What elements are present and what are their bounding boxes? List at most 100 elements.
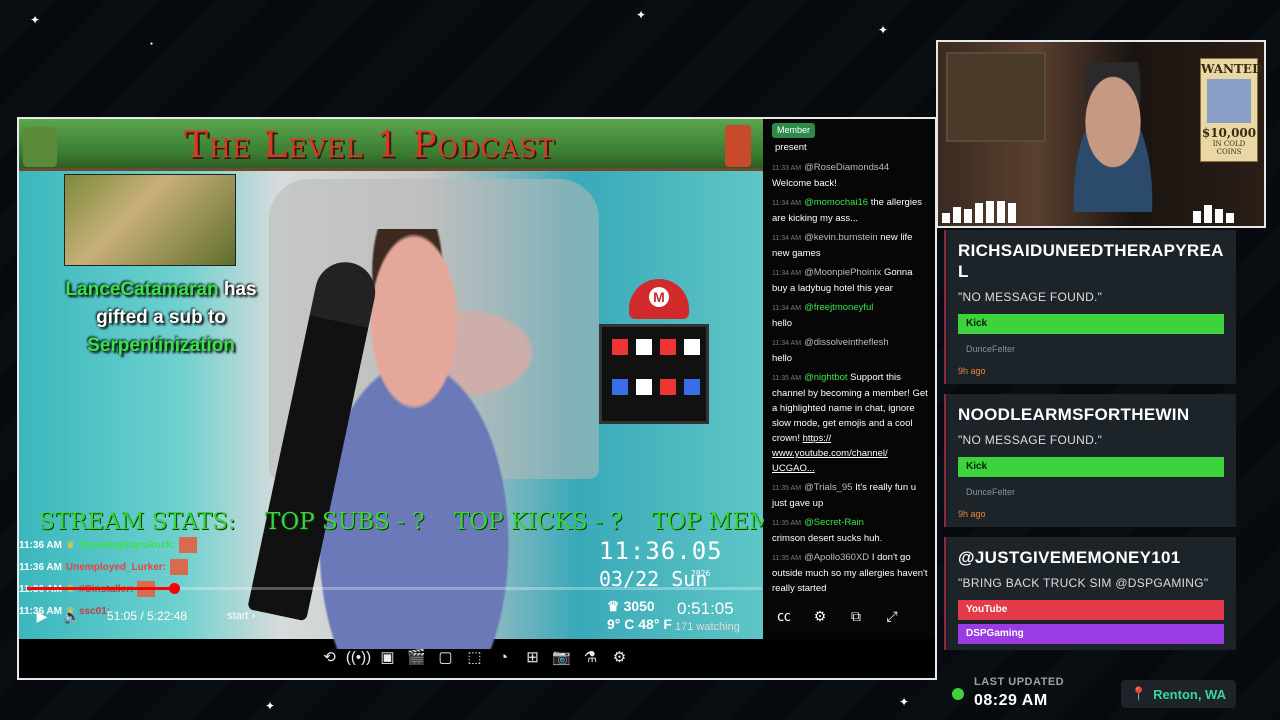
card-message: "NO MESSAGE FOUND.": [958, 290, 1103, 304]
card-channel: DunceFelter: [966, 487, 1016, 497]
platform-badge: Kick: [958, 457, 1224, 477]
event-row: 11:36 AM ♛ ShootingStarsRock:: [19, 534, 319, 556]
chat-user[interactable]: @Secret-Rain: [804, 517, 864, 528]
wanted-title: WANTED: [1201, 62, 1263, 76]
star-decoration: ●: [150, 41, 154, 47]
live-chat[interactable]: Member present 11:33 AM @RoseDiamonds44 We…: [764, 119, 935, 639]
chat-timestamp: 11:33 AM: [772, 165, 802, 172]
location-badge: 📍 Renton, WA: [1120, 680, 1236, 708]
seek-handle[interactable]: [169, 583, 180, 594]
activity-feed: RICHSAIDUNEEDTHERAPYREAL "NO MESSAGE FOU…: [944, 230, 1236, 660]
loop-icon[interactable]: ⟲: [317, 645, 342, 669]
last-updated-label: LAST UPDATED: [974, 676, 1065, 688]
card-message: "NO MESSAGE FOUND.": [958, 433, 1103, 447]
add-icon[interactable]: ⊞: [520, 645, 545, 669]
chat-timestamp: 11:34 AM: [772, 305, 802, 312]
extension-toolbar: ⟲ ((•)) ▣ 🎬 ▢ ⬚ ◔ ⊞ 📷 ⚗ ⚙: [317, 645, 632, 669]
wanted-poster: WANTED $10,000 IN COLD COINS: [1200, 58, 1263, 162]
chat-timestamp: 11:34 AM: [772, 270, 802, 277]
cartoon-avatar: [1058, 62, 1168, 212]
location-text: Renton, WA: [1153, 686, 1226, 702]
event-time: 11:36 AM: [19, 561, 62, 573]
volume-icon[interactable]: 🔈: [57, 603, 87, 629]
star-decoration: ✦: [878, 23, 889, 37]
last-updated-time: 08:29 AM: [974, 692, 1048, 709]
chat-user[interactable]: @freejtmoneyful: [804, 302, 873, 313]
chat-message: 11:35 AM @nightbot Support this channel b…: [772, 370, 929, 476]
flask-icon[interactable]: ⚗: [578, 645, 603, 669]
stream-clock: 11:36.05 2026 03/22 Sun: [599, 537, 723, 591]
watching-count: 171 watching: [675, 621, 740, 633]
cinema-icon[interactable]: ▣: [375, 645, 400, 669]
chat-message: 11:33 AM @RoseDiamonds44 Welcome back!: [772, 160, 929, 191]
chat-user[interactable]: @kevin.burnstein: [804, 232, 878, 243]
chat-message: 11:34 AM @dissolveintheflesh hello: [772, 335, 929, 366]
clock-time: 11:36.05: [599, 537, 723, 565]
chat-timestamp: 11:35 AM: [772, 555, 802, 562]
webcam-overlay: WANTED $10,000 IN COLD COINS: [936, 40, 1266, 228]
activity-card: RICHSAIDUNEEDTHERAPYREAL "NO MESSAGE FOU…: [944, 230, 1236, 384]
video-frame[interactable]: M The Level 1 Podcast LanceCatamaran has…: [19, 119, 849, 649]
event-user: Unemployed_Lurker:: [65, 561, 167, 573]
audio-visualizer-left: [942, 201, 1016, 223]
chat-user[interactable]: @Trials_95: [804, 482, 852, 493]
chat-user[interactable]: @MoonpiePhoinix: [804, 267, 881, 278]
star-decoration: ✦: [30, 13, 41, 27]
chat-timestamp: 11:35 AM: [772, 520, 802, 527]
seek-bar[interactable]: [27, 583, 762, 594]
chat-user[interactable]: @momochai16: [804, 197, 868, 208]
card-title: @JUSTGIVEMEMONEY101: [958, 548, 1181, 567]
clapperboard-icon[interactable]: 🎬: [404, 645, 429, 669]
chat-message: present: [772, 140, 929, 156]
chat-message: 11:35 AM @Secret-Rain crimson desert sucks…: [772, 515, 929, 546]
speed-icon[interactable]: ◔: [491, 645, 516, 669]
stats-label: STREAM STATS:: [39, 509, 236, 535]
avatar: [170, 559, 189, 575]
activity-card: @JUSTGIVEMEMONEY101 "BRING BACK TRUCK SI…: [944, 537, 1236, 650]
top-kicks: TOP KICKS - ?: [453, 509, 623, 535]
card-time-ago: 9h ago: [958, 509, 986, 519]
live-timecode: 0:51:05: [677, 599, 734, 618]
chat-user[interactable]: @Apollo360XD: [804, 552, 869, 563]
event-row: 11:36 AM Unemployed_Lurker:: [19, 556, 319, 578]
video-player[interactable]: M The Level 1 Podcast LanceCatamaran has…: [17, 117, 937, 680]
chat-user[interactable]: @RoseDiamonds44: [804, 162, 889, 173]
fullscreen-icon[interactable]: ⤢: [879, 603, 905, 629]
chat-text: hello: [772, 318, 793, 329]
miniplayer-icon[interactable]: ⧉: [843, 603, 869, 629]
card-channel: DunceFelter: [966, 344, 1016, 354]
chapter-button[interactable]: start ›: [227, 610, 255, 622]
audio-icon[interactable]: ((•)): [346, 645, 371, 669]
seek-bar-fill: [27, 587, 174, 590]
chat-message: 11:34 AM @kevin.burnstein new life new ga…: [772, 230, 929, 261]
chat-timestamp: 11:34 AM: [772, 235, 802, 242]
avatar: [179, 537, 198, 553]
gift-recipient: Serpentinization: [87, 335, 235, 356]
gifter-name: LanceCatamaran: [65, 279, 219, 300]
screenshot-icon[interactable]: 📷: [549, 645, 574, 669]
theater-mode-icon[interactable]: ▢: [433, 645, 458, 669]
card-message: "BRING BACK TRUCK SIM @DSPGAMING": [958, 576, 1209, 590]
gear-icon[interactable]: ⚙: [607, 645, 632, 669]
gift-sub-alert: LanceCatamaran has gifted a sub to Serpe…: [41, 276, 281, 360]
chat-message: 11:34 AM @freejtmoneyful hello: [772, 300, 929, 331]
crop-icon[interactable]: ⬚: [462, 645, 487, 669]
event-time: 11:36 AM: [19, 539, 62, 551]
chat-user[interactable]: @dissolveintheflesh: [804, 337, 889, 348]
chat-timestamp: 11:35 AM: [772, 485, 802, 492]
gift-text-2: gifted a sub to: [96, 307, 226, 328]
chat-message: 11:34 AM @MoonpiePhoinix Gonna buy a lady…: [772, 265, 929, 296]
card-title: RICHSAIDUNEEDTHERAPYREAL: [958, 241, 1224, 281]
chat-timestamp: 11:34 AM: [772, 200, 802, 207]
chat-user[interactable]: @nightbot: [804, 372, 847, 383]
star-decoration: ✦: [899, 695, 910, 709]
settings-icon[interactable]: ⚙: [807, 603, 833, 629]
captions-icon[interactable]: ㏄: [771, 603, 797, 629]
platform-badge: Kick: [958, 314, 1224, 334]
wanted-sub: IN COLD COINS: [1212, 140, 1246, 156]
play-button[interactable]: ▶: [27, 603, 57, 629]
member-tag: Member: [772, 123, 816, 138]
activity-card: NOODLEARMSFORTHEWIN "NO MESSAGE FOUND." …: [944, 394, 1236, 527]
chat-timestamp: 11:35 AM: [772, 375, 802, 382]
card-time-ago: 9h ago: [958, 366, 986, 376]
